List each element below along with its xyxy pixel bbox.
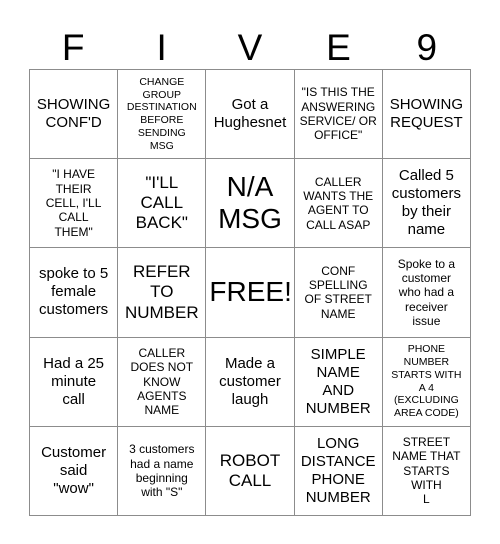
bingo-cell[interactable]: Spoke to a customer who had a receiver i…: [382, 248, 471, 338]
bingo-cell-label: REFER TO NUMBER: [124, 261, 199, 322]
bingo-header-letter: E: [326, 27, 351, 68]
bingo-cell-label: N/A MSG: [218, 171, 282, 235]
bingo-cell-label: CONF SPELLING OF STREET NAME: [304, 263, 372, 321]
bingo-cell[interactable]: Called 5 customers by their name: [382, 159, 471, 249]
bingo-cell[interactable]: CALLER DOES NOT KNOW AGENTS NAME: [118, 337, 207, 427]
bingo-cell-label: Called 5 customers by their name: [391, 167, 461, 239]
bingo-cell[interactable]: Made a customer laugh: [206, 337, 295, 427]
bingo-cell[interactable]: REFER TO NUMBER: [118, 248, 207, 338]
bingo-cell[interactable]: SHOWING CONF'D: [30, 70, 119, 160]
bingo-cell-label: Had a 25 minute call: [43, 354, 105, 408]
bingo-cell-label: "I'LL CALL BACK": [135, 172, 188, 233]
bingo-header-letter: 9: [416, 27, 438, 68]
bingo-grid: SHOWING CONF'D CHANGE GROUP DESTINATION B…: [29, 69, 471, 516]
bingo-card: F I V E 9 SHOWING CONF'D CHANGE GROUP DESTINA…: [0, 0, 500, 544]
bingo-cell-label: Made a customer laugh: [219, 354, 281, 408]
bingo-cell[interactable]: N/A MSG: [206, 159, 295, 249]
bingo-cell[interactable]: CHANGE GROUP DESTINATION BEFORE SENDING …: [118, 70, 207, 160]
bingo-cell-label: SHOWING CONF'D: [36, 96, 111, 132]
bingo-cell[interactable]: Customer said "wow": [30, 426, 119, 516]
bingo-cell[interactable]: SIMPLE NAME AND NUMBER: [294, 337, 383, 427]
bingo-cell-label: LONG DISTANCE PHONE NUMBER: [300, 434, 376, 506]
bingo-cell-label: spoke to 5 female customers: [38, 265, 109, 319]
bingo-cell[interactable]: Got a Hughesnet: [206, 70, 295, 160]
bingo-cell-label: CALLER DOES NOT KNOW AGENTS NAME: [130, 345, 194, 418]
bingo-cell-label: STREET NAME THAT STARTS WITH L: [392, 434, 461, 507]
bingo-cell-label: "I HAVE THEIR CELL, I'LL CALL THEM": [45, 167, 102, 239]
bingo-cell-label: FREE!: [209, 276, 292, 308]
bingo-cell-label: Customer said "wow": [41, 443, 107, 497]
bingo-cell[interactable]: spoke to 5 female customers: [30, 248, 119, 338]
bingo-cell-label: SHOWING REQUEST: [389, 96, 464, 132]
bingo-header-letter: F: [61, 27, 85, 68]
bingo-header-row: F I V E 9: [29, 14, 471, 69]
bingo-cell-label: CHANGE GROUP DESTINATION BEFORE SENDING …: [126, 75, 197, 152]
bingo-cell[interactable]: STREET NAME THAT STARTS WITH L: [382, 426, 471, 516]
bingo-cell-label: PHONE NUMBER STARTS WITH A 4 (EXCLUDING …: [391, 343, 462, 420]
bingo-cell-label: "IS THIS THE ANSWERING SERVICE/ OR OFFIC…: [299, 85, 377, 143]
bingo-cell-label: 3 customers had a name beginning with "S…: [129, 442, 195, 500]
bingo-cell[interactable]: SHOWING REQUEST: [382, 70, 471, 160]
bingo-cell[interactable]: CONF SPELLING OF STREET NAME: [294, 248, 383, 338]
bingo-cell-label: Got a Hughesnet: [213, 96, 287, 132]
bingo-cell[interactable]: "I HAVE THEIR CELL, I'LL CALL THEM": [30, 159, 119, 249]
bingo-cell[interactable]: "IS THIS THE ANSWERING SERVICE/ OR OFFIC…: [294, 70, 383, 160]
bingo-cell[interactable]: ROBOT CALL: [206, 426, 295, 516]
bingo-cell[interactable]: CALLER WANTS THE AGENT TO CALL ASAP: [294, 159, 383, 249]
bingo-cell[interactable]: PHONE NUMBER STARTS WITH A 4 (EXCLUDING …: [382, 337, 471, 427]
bingo-cell[interactable]: 3 customers had a name beginning with "S…: [118, 426, 207, 516]
bingo-cell[interactable]: LONG DISTANCE PHONE NUMBER: [294, 426, 383, 516]
bingo-cell-label: CALLER WANTS THE AGENT TO CALL ASAP: [303, 174, 374, 232]
bingo-cell-label: SIMPLE NAME AND NUMBER: [305, 345, 371, 417]
bingo-free-cell[interactable]: FREE!: [206, 248, 295, 338]
bingo-cell[interactable]: "I'LL CALL BACK": [118, 159, 207, 249]
bingo-cell[interactable]: Had a 25 minute call: [30, 337, 119, 427]
bingo-cell-label: Spoke to a customer who had a receiver i…: [397, 256, 456, 329]
bingo-header-letter: I: [156, 27, 167, 68]
bingo-header-letter: V: [237, 27, 263, 68]
bingo-cell-label: ROBOT CALL: [219, 450, 281, 490]
